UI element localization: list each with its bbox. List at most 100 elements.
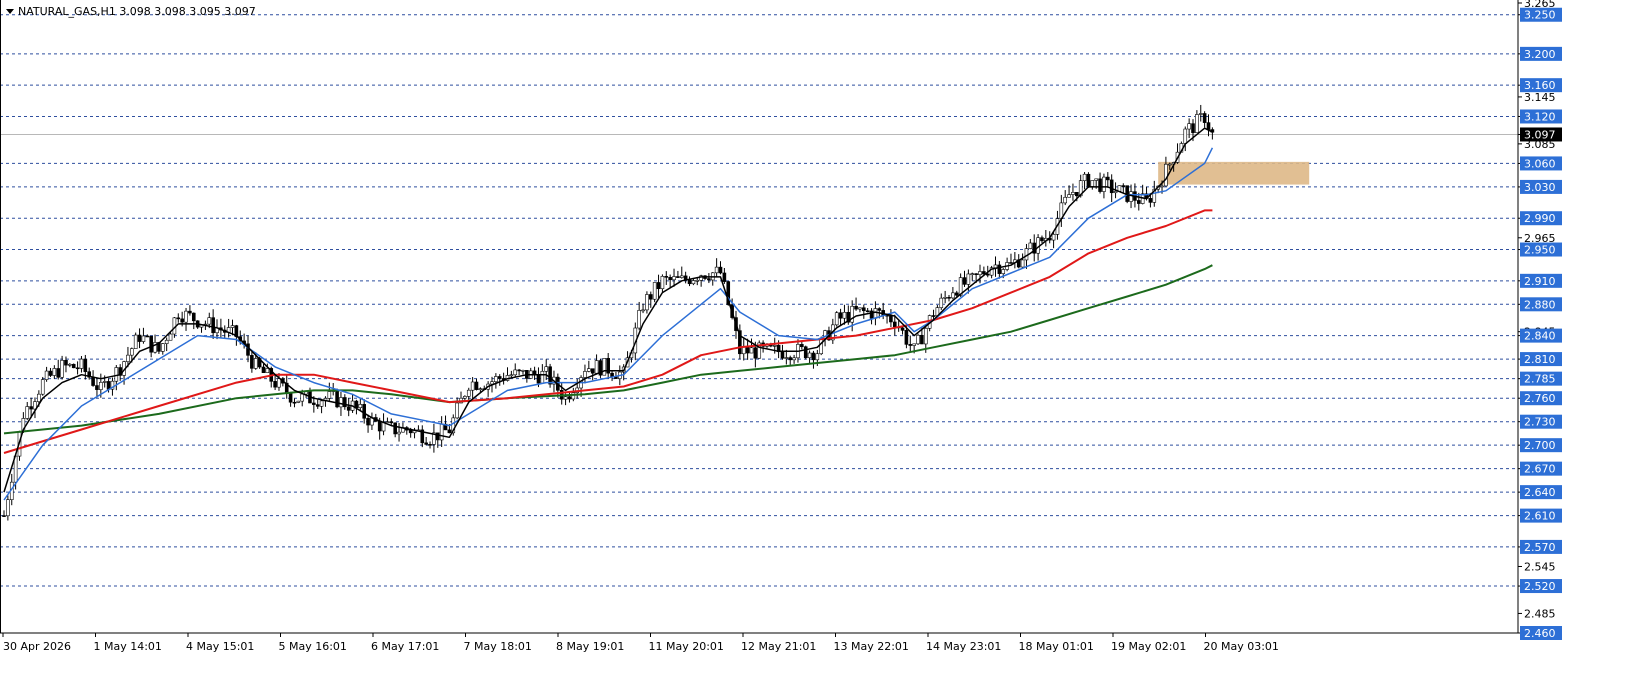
- price-chart[interactable]: 3.2653.2503.2003.1603.1453.1203.0973.085…: [0, 0, 1641, 693]
- candle-body: [60, 359, 64, 378]
- price-tick-label: 3.060: [1524, 157, 1556, 170]
- candle-body: [1164, 163, 1168, 187]
- candle-body: [1020, 259, 1025, 268]
- candle-body: [889, 315, 893, 323]
- candle-body: [513, 369, 518, 376]
- time-tick-label: 5 May 16:01: [279, 640, 347, 653]
- candle-body: [1202, 113, 1207, 123]
- candle-body: [253, 358, 258, 369]
- candle-body: [44, 370, 49, 380]
- candle-body: [862, 307, 866, 312]
- candle-body: [590, 368, 595, 374]
- candle-body: [377, 421, 382, 432]
- candle-body: [79, 358, 84, 369]
- price-tick-label: 3.145: [1524, 91, 1556, 104]
- candle-body: [141, 335, 146, 342]
- candle-body: [842, 311, 847, 319]
- candle-body: [749, 347, 754, 354]
- price-tick-label: 3.200: [1524, 48, 1556, 61]
- candle-body: [920, 334, 924, 345]
- price-tick-label: 3.250: [1524, 9, 1556, 22]
- candle-body: [877, 308, 882, 311]
- candle-body: [149, 335, 153, 353]
- candle-body: [1206, 122, 1211, 130]
- candle-body: [536, 374, 541, 384]
- candle-body: [114, 367, 119, 382]
- candle-body: [339, 397, 343, 408]
- candle-body: [1102, 176, 1106, 192]
- candle-body: [1094, 178, 1098, 181]
- candle-body: [788, 357, 793, 361]
- price-tick-label: 2.570: [1524, 541, 1556, 554]
- candle-body: [1075, 192, 1079, 197]
- price-tick-label: 2.485: [1524, 607, 1556, 620]
- candle-body: [660, 276, 665, 290]
- candle-body: [509, 374, 514, 377]
- candle-body: [916, 334, 920, 345]
- candle-body: [160, 343, 165, 352]
- candle-body: [521, 370, 525, 372]
- candle-body: [385, 421, 390, 423]
- candle-body: [966, 273, 971, 285]
- candle-body: [695, 279, 700, 282]
- candle-body: [1086, 173, 1091, 187]
- candle-body: [319, 400, 324, 407]
- candle-body: [184, 310, 188, 323]
- candle-body: [656, 282, 661, 290]
- candle-body: [722, 272, 727, 282]
- price-tick-label: 2.545: [1524, 560, 1556, 573]
- candle-body: [288, 393, 293, 403]
- candle-body: [912, 343, 916, 346]
- candle-body: [2, 515, 6, 517]
- candle-body: [1071, 192, 1075, 195]
- time-tick-label: 19 May 02:01: [1111, 640, 1186, 653]
- price-tick-label: 2.640: [1524, 486, 1556, 499]
- price-tick-label: 2.730: [1524, 416, 1556, 429]
- candle-body: [312, 402, 316, 405]
- candle-body: [130, 348, 134, 356]
- chart-window[interactable]: 3.265 3.250 3.200 3.160 3.145 3.120 3.097 3.085…: [0, 0, 1641, 693]
- candle-body: [873, 308, 878, 319]
- candle-body: [40, 379, 45, 395]
- symbol-ohlc-label: NATURAL_GAS,H1 3.098 3.098 3.095 3.097: [18, 5, 256, 18]
- candle-body: [648, 294, 653, 300]
- candle-body: [1129, 191, 1133, 202]
- candle-body: [800, 344, 804, 348]
- candle-body: [470, 381, 475, 391]
- time-tick-label: 20 May 03:01: [1204, 640, 1279, 653]
- candle-body: [1001, 269, 1006, 274]
- candle-body: [133, 334, 138, 349]
- time-tick-label: 4 May 15:01: [186, 640, 254, 653]
- candle-body: [335, 390, 339, 408]
- candle-body: [892, 321, 897, 328]
- candle-body: [691, 280, 696, 285]
- candle-body: [56, 368, 61, 378]
- candle-body: [463, 396, 467, 399]
- candle-body: [1063, 196, 1068, 204]
- candle-body: [993, 264, 998, 269]
- candle-body: [397, 431, 401, 435]
- candle-body: [168, 333, 173, 341]
- candle-body: [102, 381, 107, 383]
- candle-body: [954, 292, 959, 296]
- price-tick-label: 2.840: [1524, 330, 1556, 343]
- candle-body: [99, 382, 103, 390]
- time-tick-label: 7 May 18:01: [464, 640, 532, 653]
- candle-body: [1167, 163, 1172, 166]
- candle-body: [780, 351, 785, 359]
- candle-body: [985, 273, 990, 276]
- candle-body: [478, 388, 483, 390]
- candle-body: [126, 354, 130, 362]
- candle-body: [974, 273, 978, 276]
- candle-body: [191, 312, 196, 322]
- candle-body: [1051, 234, 1056, 241]
- candle-body: [1183, 128, 1188, 144]
- candle-body: [672, 276, 676, 281]
- price-tick-label: 2.785: [1524, 373, 1556, 386]
- candle-body: [1090, 180, 1095, 187]
- candle-body: [428, 444, 432, 446]
- candle-body: [494, 376, 498, 382]
- time-tick-label: 30 Apr 2026: [3, 640, 71, 653]
- time-tick-label: 12 May 21:01: [741, 640, 816, 653]
- candle-body: [858, 307, 862, 310]
